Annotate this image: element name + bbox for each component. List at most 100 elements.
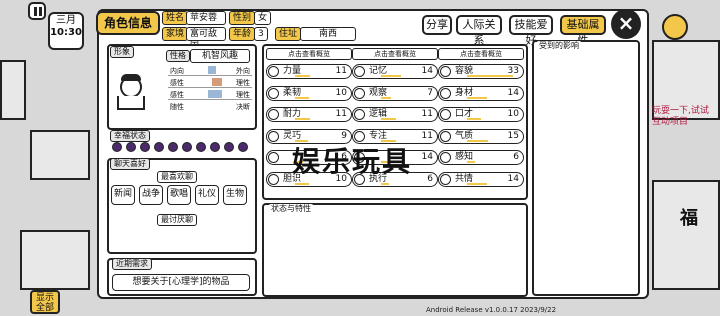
stat-cell[interactable]: 气质 15 (438, 128, 524, 144)
building (20, 230, 90, 290)
stat-cell[interactable]: 容貌 33 (438, 64, 524, 79)
relations-button[interactable]: 人际关系 (456, 15, 502, 47)
stat-value: 14 (507, 173, 519, 184)
status-title: 状态与特性 (268, 204, 314, 216)
heart-icon (196, 142, 206, 152)
stat-cell[interactable]: 共情 14 (438, 171, 524, 187)
like-topic[interactable]: 新闻 (111, 185, 135, 205)
building (652, 180, 720, 290)
name-value: 苹安蓉 (186, 11, 226, 25)
stat-cell[interactable]: 记忆 14 (352, 64, 438, 79)
stat-icon (268, 87, 279, 99)
stat-value: 11 (421, 109, 433, 119)
stat-bar (467, 96, 487, 99)
gender-label: 性别 (229, 11, 256, 25)
trait-sliders: 内向 外向 感性 理性 感性 理性 随性 决断 (168, 64, 252, 112)
building (0, 60, 26, 120)
name-label: 姓名 (162, 11, 189, 25)
stat-cell[interactable]: 观察 7 (352, 85, 438, 101)
date-time: 10:30 (50, 27, 82, 38)
heart-icon (224, 142, 234, 152)
trait-left: 感性 (170, 91, 184, 99)
stat-cell[interactable]: 力量 11 (266, 64, 352, 79)
stat-value: 11 (335, 109, 347, 119)
chat-title: 聊天喜好 (110, 158, 150, 170)
stat-bar (467, 182, 487, 185)
heart-icon (154, 142, 164, 152)
recent-need[interactable]: 想要关于[心理学]的物品 (112, 274, 250, 291)
stat-cell[interactable]: 逻辑 11 (352, 107, 438, 122)
show-all-button[interactable]: 显示全部 (30, 290, 60, 314)
show-all-label: 显示全部 (35, 293, 54, 313)
heart-icon (126, 142, 136, 152)
avatar-icon[interactable] (662, 14, 688, 40)
trait-fill (212, 78, 222, 86)
like-topic[interactable]: 歌唱 (167, 185, 191, 205)
stat-icon (440, 66, 451, 77)
character-hair (121, 74, 141, 81)
stat-value: 10 (335, 87, 347, 98)
stat-icon (354, 87, 365, 99)
like-topic[interactable]: 战争 (139, 185, 163, 205)
stat-bar (295, 118, 311, 120)
close-button[interactable]: × (611, 9, 641, 39)
character-body (117, 96, 145, 110)
column-header[interactable]: 点击查看概览 (352, 48, 438, 60)
stat-value: 14 (421, 66, 433, 76)
attributes-button[interactable]: 基础属性 (560, 15, 606, 47)
stat-cell[interactable]: 口才 10 (438, 107, 524, 122)
stat-icon (268, 66, 279, 77)
stat-icon (440, 87, 451, 99)
trait-right: 外向 (236, 67, 250, 75)
dislikes-title: 最讨厌聊 (157, 214, 197, 226)
stat-value: 14 (421, 152, 433, 162)
stat-bar (381, 118, 397, 120)
pause-button[interactable] (28, 2, 46, 20)
likes-title: 最喜欢聊 (157, 171, 197, 183)
share-button[interactable]: 分享 (422, 15, 452, 35)
fu-sign: 福 (680, 208, 698, 229)
address-label: 住址 (275, 27, 302, 41)
personality-title: 性格 (166, 50, 190, 62)
influence-title: 受到的影响 (536, 41, 582, 53)
date-clock[interactable]: 三月 10:30 (48, 12, 84, 50)
stat-icon (354, 109, 365, 120)
stat-cell[interactable]: 感知 6 (438, 150, 524, 165)
stat-value: 15 (507, 130, 519, 141)
skills-button[interactable]: 技能爱好 (509, 15, 553, 47)
heart-icon (168, 142, 178, 152)
stat-icon (440, 109, 451, 120)
stat-bar (467, 139, 488, 142)
stat-cell[interactable]: 柔韧 10 (266, 85, 352, 101)
heart-icon (182, 142, 192, 152)
panel-title: 角色信息 (96, 11, 160, 35)
stat-icon (440, 173, 451, 185)
stat-bar (467, 161, 476, 163)
stat-value: 6 (427, 173, 433, 184)
happiness-title: 幸福状态 (110, 130, 150, 142)
stat-bar (381, 182, 390, 185)
like-topic[interactable]: 礼仪 (195, 185, 219, 205)
stat-cell[interactable]: 身材 14 (438, 85, 524, 101)
influence-box (532, 40, 640, 296)
stat-cell[interactable]: 耐力 11 (266, 107, 352, 122)
heart-icon (238, 142, 248, 152)
personality-value: 机智风趣 (190, 49, 250, 63)
family-value: 富可敌国 (186, 27, 226, 51)
recent-title: 近期需求 (112, 258, 152, 270)
trait-row: 感性 理性 (168, 88, 252, 100)
stat-value: 11 (421, 130, 433, 141)
like-topic[interactable]: 生物 (223, 185, 247, 205)
trait-right: 理性 (236, 91, 250, 99)
appearance-title: 形象 (110, 46, 134, 58)
column-header[interactable]: 点击查看概览 (438, 48, 524, 60)
stat-icon (268, 130, 279, 142)
trait-right: 理性 (236, 79, 250, 87)
stat-icon (440, 130, 451, 142)
happiness-hearts (112, 142, 248, 152)
age-label: 年龄 (229, 27, 256, 41)
heart-icon (112, 142, 122, 152)
stat-value: 6 (513, 152, 519, 162)
trait-fill (208, 90, 222, 98)
column-header[interactable]: 点击查看概览 (266, 48, 352, 60)
